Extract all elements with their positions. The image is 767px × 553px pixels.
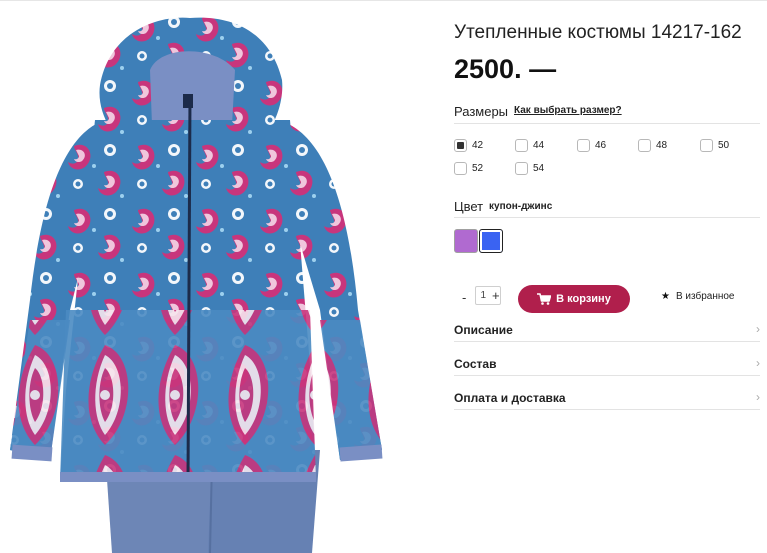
sizes-header: Размеры Как выбрать размер? (454, 104, 760, 124)
size-checkbox[interactable] (700, 138, 713, 152)
accordion-payment-delivery[interactable]: Оплата и доставка › (454, 385, 760, 410)
color-swatch-blue[interactable] (479, 229, 503, 253)
color-value: купон-джинс (489, 201, 553, 212)
chevron-right-icon: › (756, 322, 760, 336)
size-checkbox[interactable] (638, 138, 651, 152)
product-price: 2500. — (454, 54, 557, 84)
color-label: Цвет (454, 199, 484, 214)
chevron-right-icon: › (756, 356, 760, 370)
size-option-48[interactable]: 48 (638, 137, 667, 153)
size-checkbox[interactable] (454, 161, 467, 175)
accordion-composition[interactable]: Состав › (454, 351, 760, 376)
size-checkbox[interactable] (515, 138, 528, 152)
size-option-46[interactable]: 46 (577, 137, 606, 153)
size-label: 52 (472, 162, 484, 174)
accordion-label: Описание (454, 323, 513, 337)
size-option-52[interactable]: 52 (454, 160, 483, 176)
size-option-42[interactable]: 42 (454, 137, 483, 153)
favorites-label: В избранное (675, 291, 735, 302)
size-checkbox[interactable] (515, 161, 528, 175)
add-to-cart-label: В корзину (556, 293, 611, 305)
quantity-increase-button[interactable]: + (492, 288, 500, 303)
size-label: 50 (718, 139, 730, 151)
add-to-cart-button[interactable]: В корзину (518, 285, 630, 313)
size-option-50[interactable]: 50 (700, 137, 729, 153)
accordion-label: Состав (454, 357, 497, 371)
sizes-label: Размеры (454, 104, 509, 119)
size-label: 48 (656, 139, 668, 151)
size-label: 46 (595, 139, 607, 151)
quantity-decrease-button[interactable]: - (462, 290, 466, 305)
star-icon: ★ (661, 291, 670, 302)
product-image (0, 10, 440, 553)
size-guide-link[interactable]: Как выбрать размер? (514, 105, 622, 116)
size-label: 54 (533, 162, 545, 174)
size-checkbox[interactable] (454, 138, 467, 152)
accordion-description[interactable]: Описание › (454, 317, 760, 342)
size-label: 44 (533, 139, 545, 151)
chevron-right-icon: › (756, 390, 760, 404)
size-option-54[interactable]: 54 (515, 160, 544, 176)
product-title: Утепленные костюмы 14217-162 (454, 22, 742, 43)
accordion-label: Оплата и доставка (454, 391, 566, 405)
product-info: Утепленные костюмы 14217-162 2500. — Раз… (454, 0, 767, 553)
size-label: 42 (472, 139, 484, 151)
size-checkbox[interactable] (577, 138, 590, 152)
size-option-44[interactable]: 44 (515, 137, 544, 153)
color-swatch-purple[interactable] (454, 229, 478, 253)
color-header: Цвет купон-джинс (454, 199, 760, 218)
add-to-favorites-button[interactable]: ★ В избранное (661, 291, 735, 302)
cart-icon (537, 293, 552, 305)
